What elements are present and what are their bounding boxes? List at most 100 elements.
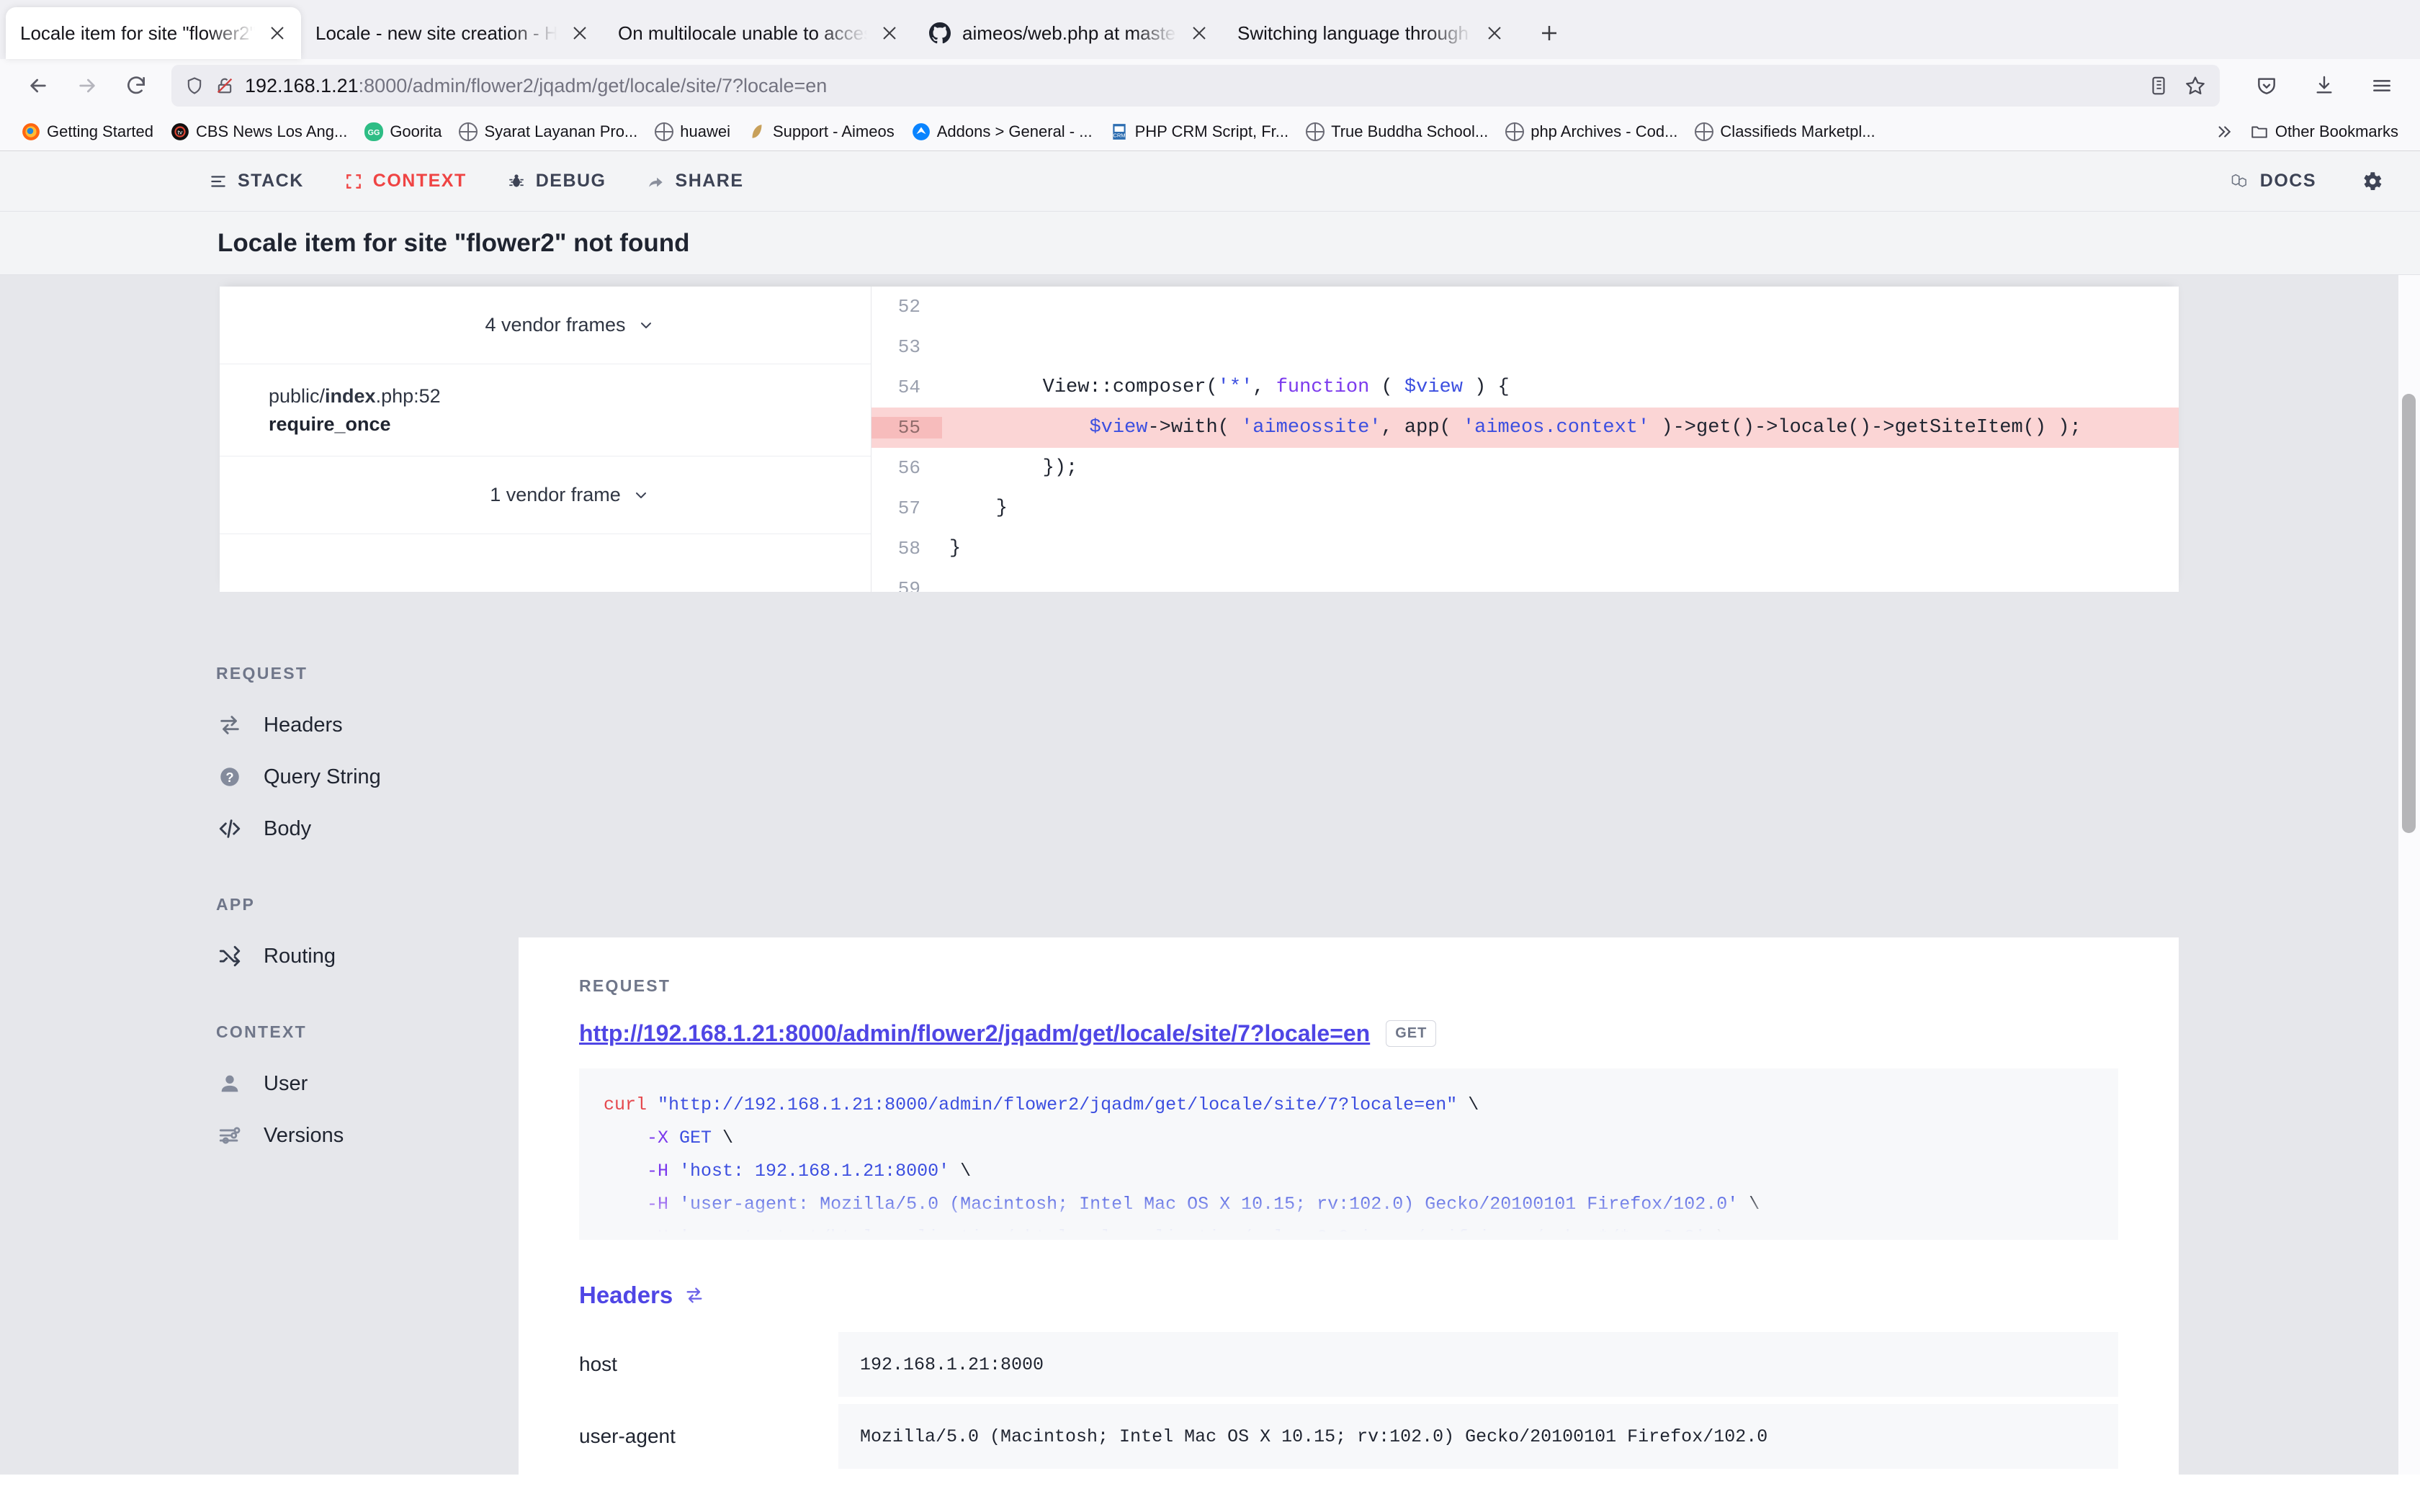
shield-icon[interactable] — [184, 76, 205, 96]
browser-tab[interactable]: On multilocale unable to access /adm — [604, 7, 913, 59]
tab-share[interactable]: SHARE — [647, 171, 744, 192]
svg-text:tv: tv — [178, 128, 183, 135]
ignition-toolbar: STACK CONTEXT DEBUG SHARE DOCS — [0, 151, 2420, 212]
sidebar-item-label: Body — [264, 816, 312, 840]
close-icon[interactable] — [877, 21, 902, 45]
sidebar-item-body[interactable]: Body — [216, 803, 504, 855]
bookmark-item[interactable]: Getting Started — [13, 122, 162, 141]
sidebar-heading-request: REQUEST — [216, 664, 308, 683]
browser-tab[interactable]: Switching language through url local — [1223, 7, 1518, 59]
star-icon[interactable] — [2184, 74, 2207, 97]
close-icon[interactable] — [265, 21, 290, 45]
other-bookmarks-folder[interactable]: Other Bookmarks — [2241, 122, 2407, 141]
browser-tab[interactable]: Locale item for site "flower2" not found — [6, 7, 301, 59]
stack-frame-row[interactable]: public/index.php:52 require_once — [220, 364, 871, 456]
arrows-exchange-icon — [216, 713, 243, 737]
bookmark-item[interactable]: Support - Aimeos — [739, 122, 903, 141]
pocket-icon[interactable] — [2246, 65, 2287, 107]
curl-line: -H 'accept: text/html,application/xhtml+… — [647, 1227, 1728, 1240]
close-icon[interactable] — [1187, 21, 1211, 45]
bookmark-item[interactable]: True Buddha School... — [1297, 122, 1497, 141]
table-row: user-agent Mozilla/5.0 (Macintosh; Intel… — [579, 1404, 2118, 1469]
tab-context-label: CONTEXT — [372, 171, 467, 191]
vendor-frames-label: 1 vendor frame — [490, 484, 621, 505]
chevron-down-icon — [632, 487, 650, 504]
globe-icon — [655, 122, 674, 141]
close-icon[interactable] — [568, 21, 592, 45]
ignition-error-page: STACK CONTEXT DEBUG SHARE DOCS Locale it… — [0, 151, 2420, 1475]
bookmarks-overflow-button[interactable] — [2205, 122, 2241, 141]
error-title: Locale item for site "flower2" not found — [218, 228, 690, 257]
sidebar-heading-app: APP — [216, 895, 256, 914]
header-value: 192.168.1.21:8000 — [838, 1332, 2118, 1397]
tab-strip: Locale item for site "flower2" not found… — [0, 0, 2420, 59]
curl-command-block[interactable]: curl "http://192.168.1.21:8000/admin/flo… — [579, 1068, 2118, 1240]
reader-view-icon[interactable] — [2148, 75, 2169, 96]
bookmark-item[interactable]: huawei — [646, 122, 739, 141]
cbs-icon: tv — [171, 122, 189, 141]
url-bar[interactable]: 192.168.1.21:8000/admin/flower2/jqadm/ge… — [171, 65, 2220, 107]
vendor-frames-label: 4 vendor frames — [485, 314, 626, 336]
sidebar-item-headers[interactable]: Headers — [216, 699, 504, 751]
tab-title: aimeos/web.php at master · aime — [962, 22, 1177, 44]
vertical-scrollbar[interactable] — [2398, 275, 2420, 1475]
sidebar-item-label: Query String — [264, 765, 381, 788]
table-row: host 192.168.1.21:8000 — [579, 1332, 2118, 1397]
goorita-icon: GG — [364, 122, 384, 141]
firefox-icon — [22, 122, 40, 141]
bookmark-item[interactable]: php Archives - Cod... — [1497, 122, 1686, 141]
browser-tab[interactable]: aimeos/web.php at master · aime — [913, 7, 1223, 59]
tab-debug[interactable]: DEBUG — [507, 171, 606, 192]
toolbar-right-group: DOCS — [2230, 169, 2384, 194]
scroll-body: 4 vendor frames public/index.php:52 requ… — [0, 275, 2420, 1475]
bookmark-item[interactable]: Classifieds Marketpl... — [1686, 122, 1883, 141]
stack-lines-icon — [209, 172, 228, 191]
bookmark-item[interactable]: GG Goorita — [356, 122, 450, 141]
vendor-frames-row[interactable]: 1 vendor frame — [220, 456, 871, 534]
header-value: Mozilla/5.0 (Macintosh; Intel Mac OS X 1… — [838, 1404, 2118, 1469]
line-number: 53 — [897, 336, 920, 358]
sidebar-item-versions[interactable]: Versions — [216, 1110, 504, 1161]
bookmark-item[interactable]: tv CBS News Los Ang... — [162, 122, 356, 141]
broken-lock-icon[interactable] — [215, 76, 235, 96]
bookmark-item[interactable]: CRM PHP CRM Script, Fr... — [1101, 122, 1298, 141]
scrollbar-thumb[interactable] — [2402, 394, 2416, 833]
bookmarks-bar: Getting Started tv CBS News Los Ang... G… — [0, 112, 2420, 151]
bookmark-label: CBS News Los Ang... — [195, 122, 348, 140]
bookmark-item[interactable]: Addons > General - ... — [903, 122, 1101, 141]
sidebar-item-routing[interactable]: Routing — [216, 930, 504, 982]
url-host: 192.168.1.21 — [245, 74, 359, 96]
code-brackets-icon — [216, 816, 243, 841]
bookmark-label: Goorita — [390, 122, 442, 140]
github-icon — [928, 21, 952, 45]
stack-frames-list: 4 vendor frames public/index.php:52 requ… — [220, 287, 871, 592]
close-icon[interactable] — [1482, 21, 1507, 45]
browser-tab[interactable]: Locale - new site creation - Help for — [301, 7, 604, 59]
stack-panel: 4 vendor frames public/index.php:52 requ… — [220, 287, 2179, 592]
docs-button[interactable]: DOCS — [2230, 171, 2316, 192]
back-arrow-icon[interactable] — [17, 65, 59, 107]
code-line: 56 }); — [871, 448, 2179, 488]
code-line-highlighted: 55 $view->with( 'aimeossite', app( 'aime… — [871, 408, 2179, 448]
download-icon[interactable] — [2303, 65, 2345, 107]
tab-stack[interactable]: STACK — [209, 171, 304, 192]
reload-icon[interactable] — [115, 65, 157, 107]
bookmark-item[interactable]: Syarat Layanan Pro... — [450, 122, 646, 141]
tab-context[interactable]: CONTEXT — [344, 171, 467, 192]
bookmark-label: php Archives - Cod... — [1531, 122, 1678, 140]
code-line: 58} — [871, 528, 2179, 569]
sidebar-item-user[interactable]: User — [216, 1058, 504, 1110]
table-row-spacer — [579, 1469, 2118, 1475]
forward-arrow-icon[interactable] — [66, 65, 108, 107]
globe-icon — [1505, 122, 1525, 141]
new-tab-button[interactable] — [1528, 12, 1570, 54]
vendor-frames-row[interactable]: 4 vendor frames — [220, 287, 871, 364]
bookmark-label: Getting Started — [47, 122, 153, 140]
hamburger-menu-icon[interactable] — [2361, 65, 2403, 107]
sidebar-item-query-string[interactable]: ? Query String — [216, 751, 504, 803]
header-key: host — [579, 1353, 617, 1375]
gear-icon[interactable] — [2360, 169, 2384, 194]
frame-method: require_once — [269, 413, 391, 435]
request-url-link[interactable]: http://192.168.1.21:8000/admin/flower2/j… — [579, 1020, 1370, 1047]
